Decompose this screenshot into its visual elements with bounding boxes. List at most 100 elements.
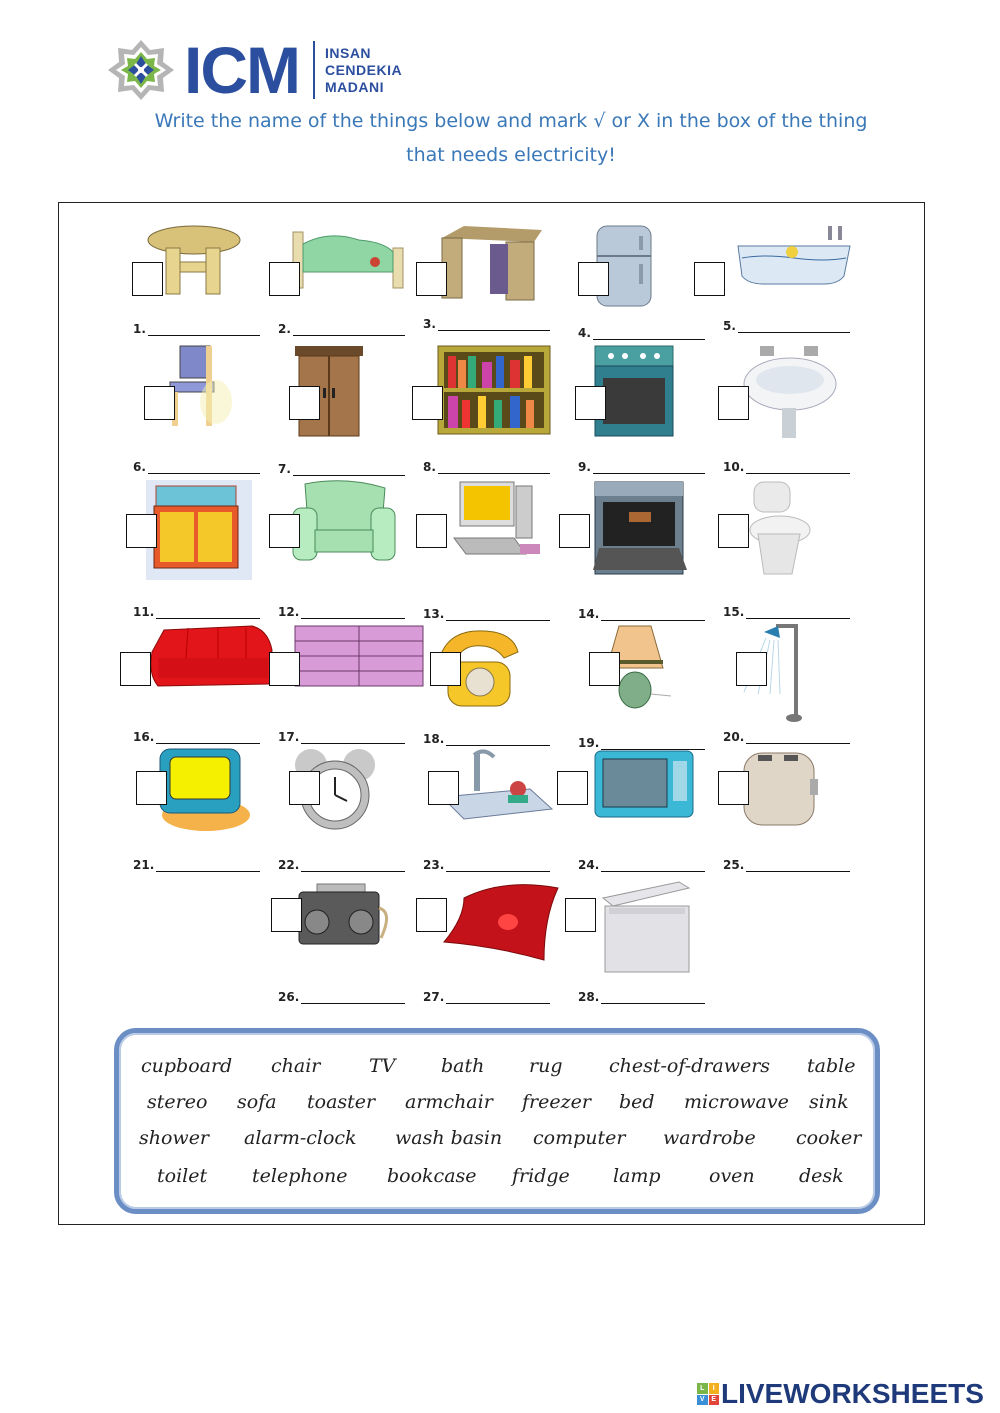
bookcase-icon: [434, 342, 554, 442]
electricity-checkbox[interactable]: [416, 898, 447, 932]
word-bank-word: bookcase: [387, 1165, 477, 1187]
electricity-checkbox[interactable]: [132, 262, 163, 296]
word-bank: cupboard chair TV bath rug chest-of-drawers ta…: [114, 1028, 880, 1214]
answer-input-line[interactable]: [301, 991, 406, 1004]
electricity-checkbox[interactable]: [578, 262, 609, 296]
electricity-checkbox[interactable]: [430, 652, 461, 686]
answer-input-line[interactable]: [156, 859, 261, 872]
electricity-checkbox[interactable]: [428, 771, 459, 805]
cube-letter: L: [697, 1383, 708, 1394]
answer-input-line[interactable]: [746, 731, 851, 744]
answer-input-line[interactable]: [147, 461, 260, 474]
answer-input-line[interactable]: [746, 461, 851, 474]
electricity-checkbox[interactable]: [559, 514, 590, 548]
item-number: 2.: [278, 322, 291, 336]
item-number: 12.: [278, 605, 300, 619]
computer-icon: [434, 478, 554, 573]
electricity-checkbox[interactable]: [694, 262, 725, 296]
word-bank-word: TV: [369, 1055, 396, 1077]
logo-divider: [312, 41, 315, 99]
answer-input-line[interactable]: [446, 859, 551, 872]
answer-input-line[interactable]: [737, 320, 850, 333]
sofa-icon: [144, 622, 284, 702]
word-bank-word: fridge: [512, 1165, 570, 1187]
answer-field: 6.: [133, 460, 260, 474]
word-bank-word: lamp: [613, 1165, 661, 1187]
cube-letter: V: [697, 1394, 708, 1405]
item-number: 20.: [723, 730, 745, 744]
answer-field: 13.: [423, 607, 551, 621]
item-number: 24.: [578, 858, 600, 872]
electricity-checkbox[interactable]: [718, 514, 749, 548]
answer-field: 11.: [133, 605, 261, 619]
electricity-checkbox[interactable]: [269, 652, 300, 686]
word-bank-row: toilet telephone bookcase fridge lamp oven des…: [119, 1165, 875, 1195]
electricity-checkbox[interactable]: [557, 771, 588, 805]
logo-subtitle-line: INSAN: [324, 44, 372, 61]
electricity-checkbox[interactable]: [126, 514, 157, 548]
word-bank-word: alarm-clock: [244, 1127, 357, 1149]
instruction-line-1: Write the name of the things below and m…: [154, 110, 868, 132]
item-number: 16.: [133, 730, 155, 744]
item-number: 14.: [578, 607, 600, 621]
logo-abbreviation: ICM: [184, 33, 301, 107]
word-bank-word: telephone: [252, 1165, 348, 1187]
electricity-checkbox[interactable]: [271, 898, 302, 932]
electricity-checkbox[interactable]: [565, 898, 596, 932]
answer-field: 9.: [578, 460, 705, 474]
answer-input-line[interactable]: [601, 859, 706, 872]
electricity-checkbox[interactable]: [718, 386, 749, 420]
word-bank-word: sink: [809, 1091, 849, 1113]
answer-input-line[interactable]: [156, 606, 261, 619]
answer-input-line[interactable]: [592, 461, 705, 474]
answer-field: 28.: [578, 990, 706, 1004]
electricity-checkbox[interactable]: [736, 652, 767, 686]
answer-field: 8.: [423, 460, 550, 474]
electricity-checkbox[interactable]: [269, 514, 300, 548]
electricity-checkbox[interactable]: [416, 514, 447, 548]
answer-field: 15.: [723, 605, 851, 619]
answer-input-line[interactable]: [446, 608, 551, 621]
electricity-checkbox[interactable]: [575, 386, 606, 420]
answer-input-line[interactable]: [592, 327, 705, 340]
item-number: 11.: [133, 605, 155, 619]
answer-input-line[interactable]: [292, 323, 405, 336]
cupboard-icon: [144, 478, 254, 588]
electricity-checkbox[interactable]: [120, 652, 151, 686]
item-number: 1.: [133, 322, 146, 336]
answer-input-line[interactable]: [301, 859, 406, 872]
electricity-checkbox[interactable]: [289, 386, 320, 420]
answer-input-line[interactable]: [746, 606, 851, 619]
answer-input-line[interactable]: [147, 323, 260, 336]
answer-input-line[interactable]: [292, 463, 405, 476]
item-number: 4.: [578, 326, 591, 340]
answer-input-line[interactable]: [301, 606, 406, 619]
stereo-icon: [289, 878, 399, 963]
electricity-checkbox[interactable]: [136, 771, 167, 805]
electricity-checkbox[interactable]: [412, 386, 443, 420]
electricity-checkbox[interactable]: [269, 262, 300, 296]
electricity-checkbox[interactable]: [416, 262, 447, 296]
electricity-checkbox[interactable]: [144, 386, 175, 420]
electricity-checkbox[interactable]: [289, 771, 320, 805]
answer-input-line[interactable]: [437, 318, 550, 331]
word-bank-word: oven: [709, 1165, 755, 1187]
electricity-checkbox[interactable]: [718, 771, 749, 805]
answer-input-line[interactable]: [601, 608, 706, 621]
answer-input-line[interactable]: [156, 731, 261, 744]
answer-input-line[interactable]: [601, 991, 706, 1004]
star-octagon-emblem-icon: [106, 38, 176, 102]
answer-field: 23.: [423, 858, 551, 872]
item-number: 27.: [423, 990, 445, 1004]
answer-field: 2.: [278, 322, 405, 336]
microwave-icon: [589, 745, 699, 830]
armchair-icon: [289, 478, 399, 573]
item-number: 3.: [423, 317, 436, 331]
electricity-checkbox[interactable]: [589, 652, 620, 686]
item-number: 8.: [423, 460, 436, 474]
answer-input-line[interactable]: [746, 859, 851, 872]
answer-input-line[interactable]: [437, 461, 550, 474]
answer-input-line[interactable]: [301, 731, 406, 744]
word-bank-word: armchair: [405, 1091, 493, 1113]
answer-input-line[interactable]: [446, 991, 551, 1004]
